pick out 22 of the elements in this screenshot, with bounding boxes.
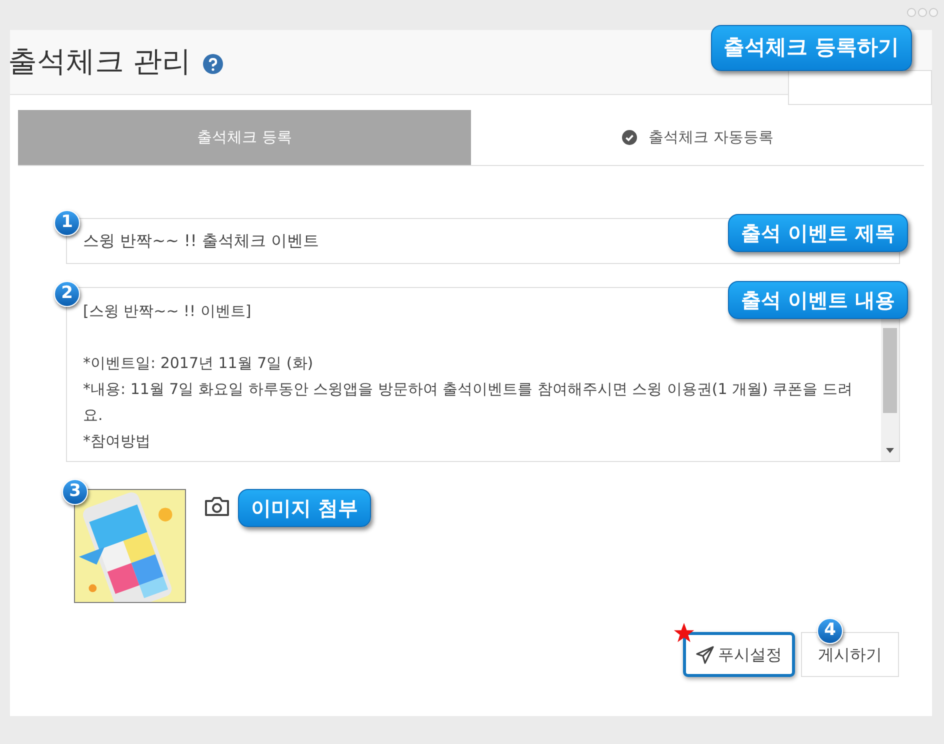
content-line: *이벤트일: 2017년 11월 7일 (화) [83,353,314,374]
check-circle-icon [622,130,637,145]
number-badge: 3 [62,479,88,505]
push-settings-button[interactable]: 푸시설정 [683,632,795,677]
number-badge: 1 [54,210,80,236]
paper-plane-icon [696,646,714,664]
help-icon[interactable] [203,54,224,74]
callout-tooltip: 출석 이벤트 제목 [728,214,908,252]
number-badge: 2 [54,281,80,307]
number-badge: 4 [817,618,843,644]
content-line: *참여방법 [83,431,150,452]
window-controls-icon [907,8,938,17]
callout-tooltip: 출석체크 등록하기 [710,25,912,70]
callout-tooltip: 출석 이벤트 내용 [728,281,908,319]
star-icon [673,622,695,644]
scroll-down-icon [886,448,894,453]
camera-icon[interactable] [204,496,230,517]
callout-tooltip: 이미지 첨부 [238,489,371,527]
page-title: 출석체크 관리 [8,43,192,80]
content-line: [스윙 반짝~~ !! 이벤트] [83,301,252,322]
header-button[interactable] [788,70,932,105]
content-line: *내용: 11월 7일 화요일 하루동안 스윙앱을 방문하여 출석이벤트를 참여해주시면 스윙 이용권(1 개월) 쿠폰을 드려요. [83,379,854,426]
